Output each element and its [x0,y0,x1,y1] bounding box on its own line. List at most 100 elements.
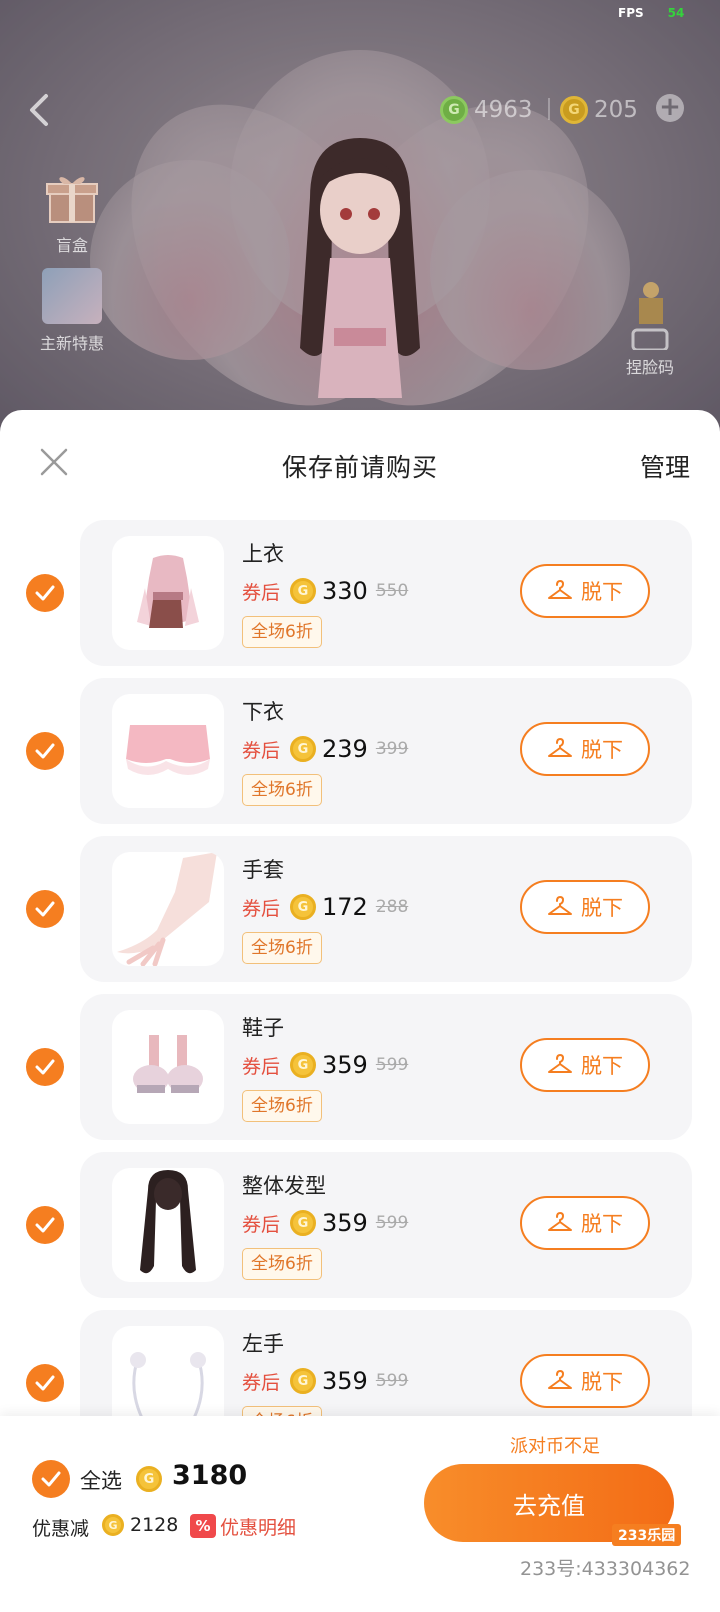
fps-value: 54 [667,6,685,20]
check-icon [35,1059,55,1075]
item-row: 手套 券后 G 172 288 全场6折 脱下 [0,836,720,994]
item-list: 上衣 券后 G 330 550 全场6折 脱下 下衣 券后 G 239 399 … [0,520,720,1468]
party-coin-icon: G [290,578,317,604]
watermark-id: 233号:433304362 [520,1558,691,1580]
item-price-line: 券后 G 330 550 [242,574,408,608]
party-coin-icon: G [560,96,588,124]
item-original-price: 599 [375,1055,409,1075]
party-coin-balance: G 205 [560,92,638,128]
item-card: 鞋子 券后 G 359 599 全场6折 脱下 [80,994,692,1140]
take-off-button[interactable]: 脱下 [520,722,650,776]
back-button[interactable] [24,90,54,130]
check-icon [35,1217,55,1233]
item-original-price: 599 [375,1213,409,1233]
blind-box-label: 盲盒 [55,236,88,255]
item-row: 鞋子 券后 G 359 599 全场6折 脱下 [0,994,720,1152]
new-item-thumbnail-icon [42,268,102,324]
item-thumbnail [112,852,224,966]
item-thumbnail [112,1010,224,1124]
after-coupon-label: 券后 [242,1213,281,1236]
hanger-icon [548,1054,572,1073]
take-off-button[interactable]: 脱下 [520,880,650,934]
new-item-entry[interactable]: 主新特惠 [34,268,110,354]
check-icon [35,1375,55,1391]
after-coupon-label: 券后 [242,739,281,762]
item-price: 239 [322,735,368,763]
item-checkbox[interactable] [26,574,64,612]
take-off-label: 脱下 [581,738,623,762]
item-name: 左手 [242,1332,284,1356]
party-coin-icon: G [290,1368,317,1394]
item-thumbnail [112,1168,224,1282]
item-name: 整体发型 [242,1174,326,1198]
item-price-line: 券后 G 172 288 [242,890,408,924]
take-off-label: 脱下 [581,580,623,604]
item-original-price: 599 [375,1371,409,1391]
check-icon [35,743,55,759]
take-off-label: 脱下 [581,896,623,920]
discount-tag: 全场6折 [242,1248,322,1280]
take-off-button[interactable]: 脱下 [520,564,650,618]
item-name: 鞋子 [242,1016,284,1040]
after-coupon-label: 券后 [242,1055,281,1078]
party-coin-icon: G [290,736,317,762]
item-card: 上衣 券后 G 330 550 全场6折 脱下 [80,520,692,666]
item-price: 359 [322,1367,368,1395]
discount-tag: 全场6折 [242,774,322,806]
take-off-button[interactable]: 脱下 [520,1038,650,1092]
hanger-icon [548,580,572,599]
item-price: 359 [322,1209,368,1237]
check-icon [35,585,55,601]
avatar-character [280,138,440,428]
discount-detail-link[interactable]: % 优惠明细 [190,1512,296,1540]
item-price-line: 券后 G 359 599 [242,1364,408,1398]
take-off-button[interactable]: 脱下 [520,1354,650,1408]
party-coin-amount: 205 [594,97,638,123]
fps-label: FPS [618,6,644,20]
add-coins-button[interactable]: + [656,94,684,122]
take-off-label: 脱下 [581,1212,623,1236]
face-code-button[interactable]: 捏脸码 [614,280,686,378]
item-row: 上衣 券后 G 330 550 全场6折 脱下 [0,520,720,678]
discount-detail-label: 优惠明细 [220,1516,297,1539]
manage-button[interactable]: 管理 [640,448,690,484]
hanger-icon [548,1370,572,1389]
after-coupon-label: 券后 [242,581,281,604]
hanger-icon [548,738,572,757]
item-checkbox[interactable] [26,1048,64,1086]
blind-box-entry[interactable]: 盲盒 [34,170,110,256]
item-checkbox[interactable] [26,890,64,928]
item-original-price: 288 [375,897,409,917]
item-price-line: 券后 G 359 599 [242,1048,408,1082]
take-off-button[interactable]: 脱下 [520,1196,650,1250]
fps-counter: FPS 54 [618,6,684,20]
item-price: 359 [322,1051,368,1079]
g-coin-amount: 4963 [474,97,533,123]
back-arrow-icon [30,94,48,126]
item-price-line: 券后 G 239 399 [242,732,408,766]
hanger-icon [548,896,572,915]
item-row: 下衣 券后 G 239 399 全场6折 脱下 [0,678,720,836]
sheet-title: 保存前请购买 [281,453,438,482]
camera-icon [631,282,669,352]
select-all-checkbox[interactable] [32,1460,70,1498]
item-price-line: 券后 G 359 599 [242,1206,408,1240]
item-checkbox[interactable] [26,1206,64,1244]
take-off-label: 脱下 [581,1370,623,1394]
discount-tag: 全场6折 [242,1090,322,1122]
party-coin-icon: G [290,1052,317,1078]
item-price: 330 [322,577,368,605]
item-checkbox[interactable] [26,1364,64,1402]
sheet-header: 保存前请购买 管理 [0,410,720,520]
party-coin-icon: G [136,1466,162,1492]
hanger-icon [548,1212,572,1231]
check-icon [41,1471,61,1487]
item-name: 手套 [242,858,284,882]
after-coupon-label: 券后 [242,1371,281,1394]
item-checkbox[interactable] [26,732,64,770]
party-coin-icon: G [102,1514,124,1536]
check-icon [35,901,55,917]
currency-divider [548,98,550,120]
party-coin-icon: G [290,894,317,920]
item-price: 172 [322,893,368,921]
